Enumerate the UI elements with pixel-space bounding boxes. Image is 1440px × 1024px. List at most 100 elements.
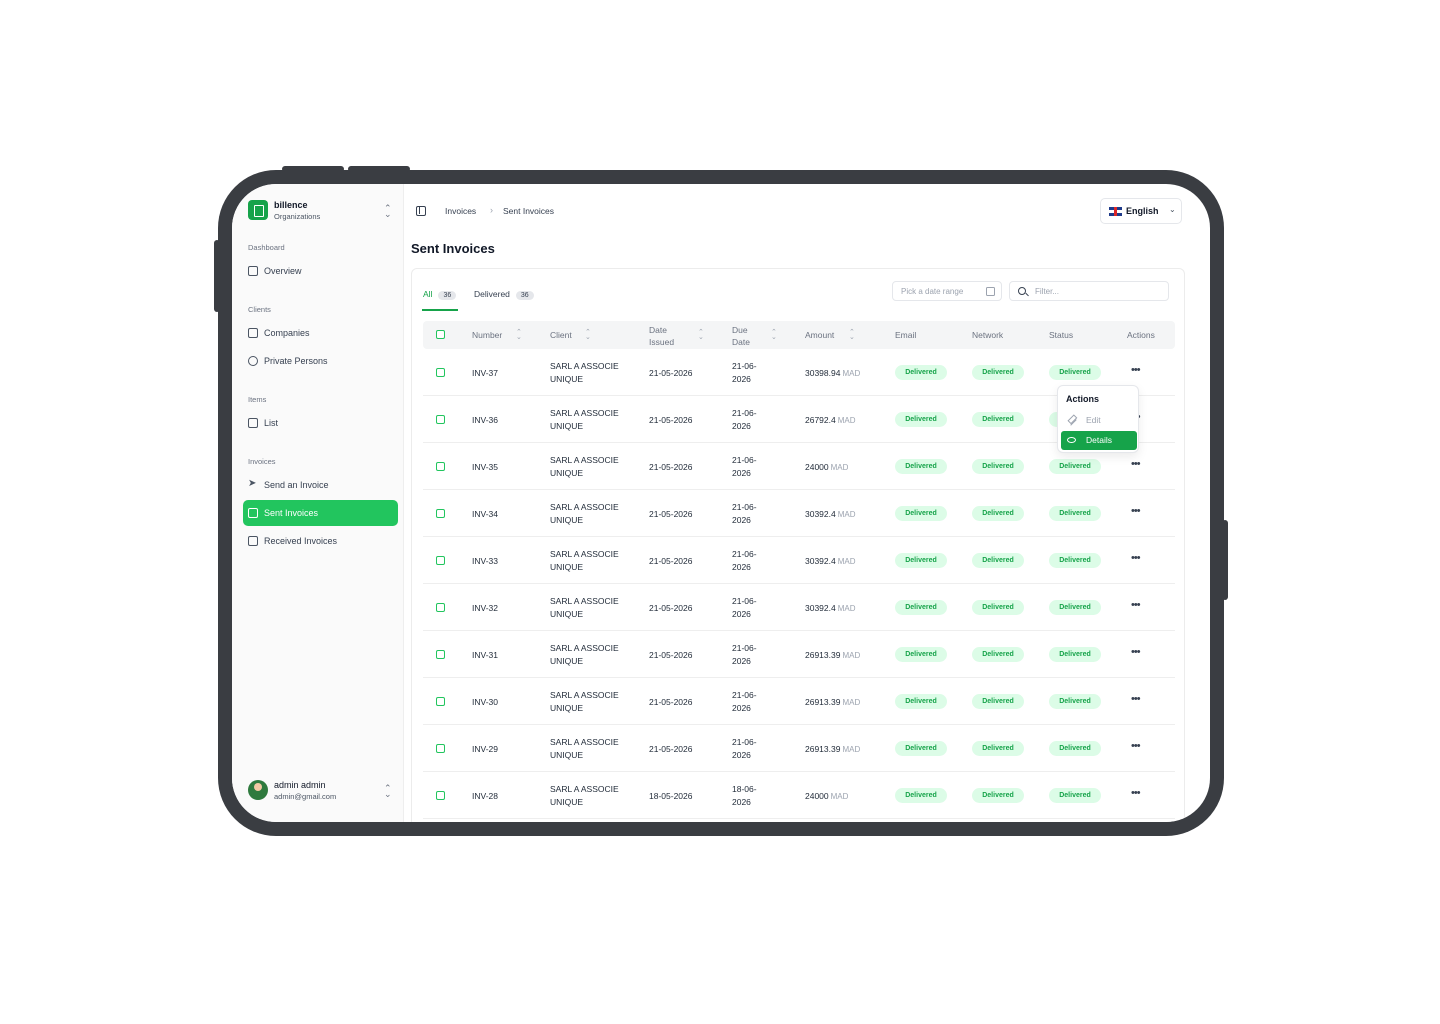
- more-actions-icon[interactable]: •••: [1131, 458, 1141, 470]
- org-switcher[interactable]: billence Organizations ⌃ ⌄: [248, 200, 394, 222]
- chevron-down-icon: ⌄: [1169, 205, 1176, 214]
- table-row[interactable]: INV-30 SARL A ASSOCIE UNIQUE 21-05-2026 21-0…: [423, 678, 1175, 725]
- client-line: UNIQUE: [550, 703, 584, 713]
- select-all-checkbox[interactable]: [436, 330, 445, 339]
- sort-icon[interactable]: ⌃ ⌄: [585, 329, 591, 341]
- client-line: SARL A ASSOCIE: [550, 643, 619, 653]
- network-status-badge: Delivered: [972, 600, 1024, 615]
- client-name: SARL A ASSOCIE UNIQUE: [550, 501, 619, 527]
- amount-value: 30392.4: [805, 556, 836, 566]
- client-line: UNIQUE: [550, 421, 584, 431]
- section-title-dashboard: Dashboard: [248, 243, 285, 252]
- table-row[interactable]: INV-32 SARL A ASSOCIE UNIQUE 21-05-2026 21-0…: [423, 584, 1175, 631]
- header-line: Date: [649, 325, 667, 335]
- sidebar-item-overview[interactable]: Overview: [243, 258, 398, 284]
- date-range-picker[interactable]: Pick a date range: [892, 281, 1002, 301]
- amount: 30398.94 MAD: [805, 368, 860, 378]
- due-line: 21-06-: [732, 361, 757, 371]
- table-row[interactable]: INV-31 SARL A ASSOCIE UNIQUE 21-05-2026 21-0…: [423, 631, 1175, 678]
- home-icon: [248, 266, 258, 276]
- more-actions-icon[interactable]: •••: [1131, 693, 1141, 705]
- due-date: 18-06- 2026: [732, 783, 757, 809]
- header-number[interactable]: Number: [472, 330, 502, 340]
- billence-logo-icon: [248, 200, 268, 220]
- amount: 26913.39 MAD: [805, 744, 860, 754]
- sort-icon[interactable]: ⌃ ⌄: [516, 329, 522, 341]
- header-client[interactable]: Client: [550, 330, 572, 340]
- more-actions-icon[interactable]: •••: [1131, 552, 1141, 564]
- table-row[interactable]: INV-33 SARL A ASSOCIE UNIQUE 21-05-2026 21-0…: [423, 537, 1175, 584]
- main-content: Invoices › Sent Invoices English ⌄ Sent …: [404, 184, 1210, 822]
- due-date: 21-06- 2026: [732, 642, 757, 668]
- currency: MAD: [830, 463, 849, 472]
- header-status: Status: [1049, 330, 1074, 340]
- header-due-date[interactable]: Due Date: [732, 324, 750, 348]
- filter-input[interactable]: Filter...: [1009, 281, 1169, 301]
- header-date-issued[interactable]: Date Issued: [649, 324, 674, 348]
- due-line: 2026: [732, 374, 751, 384]
- date-issued: 21-05-2026: [649, 744, 693, 754]
- row-checkbox[interactable]: [436, 697, 445, 706]
- network-status-badge: Delivered: [972, 365, 1024, 380]
- table-row[interactable]: INV-34 SARL A ASSOCIE UNIQUE 21-05-2026 21-0…: [423, 490, 1175, 537]
- tab-all[interactable]: All 36: [423, 289, 457, 300]
- sort-icon[interactable]: ⌃ ⌄: [698, 329, 704, 341]
- due-line: 21-06-: [732, 455, 757, 465]
- more-actions-icon[interactable]: •••: [1131, 505, 1141, 517]
- amount-value: 24000: [805, 791, 829, 801]
- status-badge: Delivered: [1049, 365, 1101, 380]
- currency: MAD: [842, 651, 861, 660]
- sidebar-item-companies[interactable]: Companies: [243, 320, 398, 346]
- due-line: 21-06-: [732, 549, 757, 559]
- client-line: SARL A ASSOCIE: [550, 784, 619, 794]
- amount-value: 30392.4: [805, 509, 836, 519]
- client-name: SARL A ASSOCIE UNIQUE: [550, 595, 619, 621]
- table-row[interactable]: INV-29 SARL A ASSOCIE UNIQUE 21-05-2026 21-0…: [423, 725, 1175, 772]
- details-menu-item[interactable]: Details: [1061, 431, 1137, 450]
- more-actions-icon[interactable]: •••: [1131, 364, 1141, 376]
- header-email: Email: [895, 330, 917, 340]
- more-actions-icon[interactable]: •••: [1131, 740, 1141, 752]
- sidebar-item-label: Sent Invoices: [264, 508, 319, 518]
- sidebar-item-private-persons[interactable]: Private Persons: [243, 348, 398, 374]
- edit-menu-item[interactable]: Edit: [1062, 412, 1136, 428]
- sort-icon[interactable]: ⌃ ⌄: [771, 329, 777, 341]
- row-checkbox[interactable]: [436, 509, 445, 518]
- tab-delivered[interactable]: Delivered 36: [474, 289, 534, 300]
- date-issued: 21-05-2026: [649, 603, 693, 613]
- user-menu[interactable]: admin admin admin@gmail.com ⌃ ⌄: [248, 780, 394, 806]
- row-checkbox[interactable]: [436, 415, 445, 424]
- sidebar-item-label: Private Persons: [264, 356, 328, 366]
- due-line: 21-06-: [732, 643, 757, 653]
- client-line: SARL A ASSOCIE: [550, 737, 619, 747]
- client-name: SARL A ASSOCIE UNIQUE: [550, 736, 619, 762]
- network-status-badge: Delivered: [972, 694, 1024, 709]
- breadcrumb-invoices[interactable]: Invoices: [445, 206, 476, 216]
- more-actions-icon[interactable]: •••: [1131, 646, 1141, 658]
- row-checkbox[interactable]: [436, 744, 445, 753]
- sidebar-item-list[interactable]: List: [243, 410, 398, 436]
- more-actions-icon[interactable]: •••: [1131, 787, 1141, 799]
- invoice-number: INV-34: [472, 509, 498, 519]
- sidebar-toggle-icon[interactable]: [416, 206, 426, 216]
- invoice-number: INV-31: [472, 650, 498, 660]
- status-badge: Delivered: [1049, 741, 1101, 756]
- row-checkbox[interactable]: [436, 650, 445, 659]
- table-row[interactable]: INV-28 SARL A ASSOCIE UNIQUE 18-05-2026 18-0…: [423, 772, 1175, 819]
- row-checkbox[interactable]: [436, 462, 445, 471]
- sidebar-item-sent-invoices[interactable]: Sent Invoices: [243, 500, 398, 526]
- sort-icon[interactable]: ⌃ ⌄: [849, 329, 855, 341]
- row-checkbox[interactable]: [436, 603, 445, 612]
- details-label: Details: [1086, 435, 1112, 445]
- header-amount[interactable]: Amount: [805, 330, 834, 340]
- row-checkbox[interactable]: [436, 791, 445, 800]
- more-actions-icon[interactable]: •••: [1131, 599, 1141, 611]
- sidebar-item-received-invoices[interactable]: Received Invoices: [243, 528, 398, 554]
- language-selector[interactable]: English ⌄: [1100, 198, 1182, 224]
- date-issued: 21-05-2026: [649, 415, 693, 425]
- row-checkbox[interactable]: [436, 368, 445, 377]
- row-checkbox[interactable]: [436, 556, 445, 565]
- sidebar-item-send-invoice[interactable]: ➤ Send an Invoice: [243, 472, 398, 498]
- client-name: SARL A ASSOCIE UNIQUE: [550, 642, 619, 668]
- client-name: SARL A ASSOCIE UNIQUE: [550, 454, 619, 480]
